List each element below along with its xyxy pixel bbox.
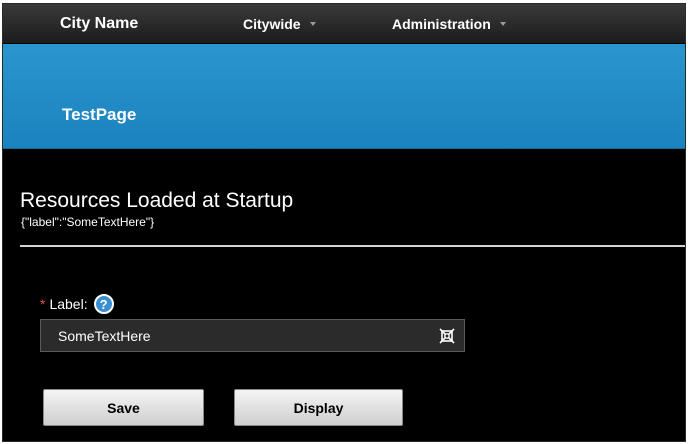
page-header-bar: TestPage [3,44,685,149]
label-field-text: Label: [49,296,88,312]
clear-field-icon[interactable] [438,327,456,345]
app-window: City Name Citywide Administration TestPa… [2,3,686,442]
save-button[interactable]: Save [43,389,204,426]
section-divider [20,245,685,247]
label-input-value: SomeTextHere [58,327,151,344]
section-heading: Resources Loaded at Startup [20,189,294,212]
caret-down-icon [309,22,316,27]
caret-down-icon [499,22,506,27]
page-title: TestPage [62,105,137,124]
help-icon[interactable]: ? [93,294,114,314]
top-navigation-bar: City Name Citywide Administration [3,4,685,44]
citywide-menu-label: Citywide [243,16,301,32]
citywide-menu[interactable]: Citywide [243,4,316,44]
administration-menu-label: Administration [392,16,491,32]
label-input[interactable]: SomeTextHere [40,319,465,352]
resources-json-text: {"label":"SomeTextHere"} [21,215,155,229]
city-name-link[interactable]: City Name [60,4,138,44]
display-button[interactable]: Display [234,389,403,426]
label-field-label: * Label: ? [40,294,114,314]
required-marker: * [40,296,46,312]
administration-menu[interactable]: Administration [392,4,506,44]
